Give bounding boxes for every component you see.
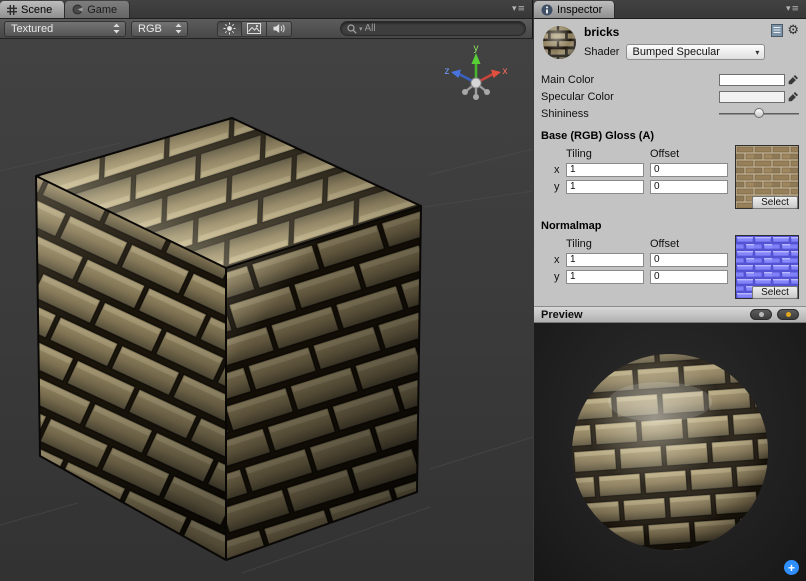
- gray-dot-icon: [759, 312, 764, 317]
- dropdown-arrow-icon: ▾: [755, 48, 759, 57]
- normal-tiling-y-input[interactable]: [566, 270, 644, 284]
- material-header-icons: ⚙: [771, 23, 799, 71]
- shininess-row: Shininess: [541, 105, 799, 122]
- base-x-label: x: [541, 164, 566, 176]
- color-mode-dropdown[interactable]: RGB: [131, 21, 188, 37]
- normalmap-label: Normalmap: [541, 220, 799, 236]
- shader-dropdown[interactable]: Bumped Specular ▾: [626, 44, 765, 60]
- shininess-label: Shininess: [541, 108, 589, 120]
- scene-pane: Scene Game ▾≡ Textured RGB: [0, 0, 533, 581]
- preview-plus-button[interactable]: +: [784, 560, 799, 575]
- tab-scene-label: Scene: [21, 4, 52, 16]
- gizmo-y-label: y: [474, 43, 479, 54]
- scene-grid-icon: [7, 5, 17, 15]
- material-header: bricks Shader Bumped Specular ▾: [541, 23, 799, 71]
- preview-panel: Preview: [534, 306, 806, 581]
- main-color-swatch[interactable]: [719, 74, 785, 86]
- main-color-label: Main Color: [541, 74, 594, 86]
- normal-offset-x-input[interactable]: [650, 253, 728, 267]
- tab-game[interactable]: Game: [65, 1, 130, 18]
- base-tiling-y-input[interactable]: [566, 180, 644, 194]
- shader-value: Bumped Specular: [632, 46, 755, 58]
- normal-x-label: x: [541, 254, 566, 266]
- base-y-label: y: [541, 181, 566, 193]
- material-preview-thumb[interactable]: [541, 24, 578, 61]
- preview-header: Preview: [534, 306, 806, 323]
- shininess-slider[interactable]: [719, 107, 799, 120]
- base-offset-y-input[interactable]: [650, 180, 728, 194]
- main-color-row: Main Color: [541, 71, 799, 88]
- tab-inspector[interactable]: Inspector: [534, 1, 615, 18]
- scene-pane-menu-icon[interactable]: ▾≡: [506, 4, 532, 14]
- preview-sphere: [564, 346, 776, 558]
- scene-toolbar: Textured RGB: [0, 19, 532, 39]
- main-color-picker-icon[interactable]: [788, 74, 799, 85]
- search-input[interactable]: [365, 23, 518, 34]
- gizmo-z-label: z: [445, 66, 450, 77]
- game-icon: [72, 4, 83, 15]
- base-offset-header: Offset: [650, 148, 734, 160]
- image-icon: [247, 23, 261, 34]
- normal-offset-y-input[interactable]: [650, 270, 728, 284]
- normal-y-label: y: [541, 271, 566, 283]
- inspector-tabbar: Inspector ▾≡: [534, 0, 806, 19]
- inspector-pane: Inspector ▾≡: [534, 0, 806, 581]
- speaker-icon: [273, 23, 286, 34]
- preview-area[interactable]: +: [534, 323, 806, 581]
- orientation-gizmo[interactable]: y x z: [441, 43, 511, 113]
- draw-mode-dropdown[interactable]: Textured: [4, 21, 126, 37]
- audio-toggle-button[interactable]: [267, 21, 292, 37]
- specular-color-swatch[interactable]: [719, 91, 785, 103]
- base-map-label: Base (RGB) Gloss (A): [541, 130, 799, 146]
- scene-viewport[interactable]: y x z: [0, 39, 533, 581]
- specular-color-label: Specular Color: [541, 91, 614, 103]
- scene-toggle-group: [217, 21, 292, 37]
- tab-inspector-label: Inspector: [557, 4, 602, 16]
- doc-icon[interactable]: [771, 24, 783, 37]
- base-tiling-header: Tiling: [566, 148, 650, 160]
- scene-canvas[interactable]: [0, 39, 533, 581]
- draw-mode-label: Textured: [11, 23, 107, 35]
- preview-option-button-2[interactable]: [777, 309, 799, 320]
- tab-scene[interactable]: Scene: [0, 1, 65, 18]
- material-info: bricks Shader Bumped Specular ▾: [584, 23, 765, 71]
- shader-label: Shader: [584, 46, 619, 58]
- search-scope-arrow-icon[interactable]: ▾: [359, 25, 363, 33]
- tab-game-label: Game: [87, 4, 117, 16]
- effects-toggle-button[interactable]: [242, 21, 267, 37]
- inspector-body: bricks Shader Bumped Specular ▾: [534, 19, 806, 306]
- base-map-section: Base (RGB) Gloss (A) Tiling Offset x y: [541, 130, 799, 212]
- inspector-pane-menu-icon[interactable]: ▾≡: [780, 4, 806, 14]
- sun-icon: [223, 22, 236, 35]
- shininess-slider-thumb[interactable]: [754, 108, 764, 118]
- unity-editor-window: Scene Game ▾≡ Textured RGB: [0, 0, 806, 581]
- gizmo-x-label: x: [503, 66, 508, 77]
- normal-select-button[interactable]: Select: [752, 286, 798, 299]
- base-select-button[interactable]: Select: [752, 196, 798, 209]
- normalmap-section: Normalmap Tiling Offset x y: [541, 220, 799, 302]
- base-tiling-x-input[interactable]: [566, 163, 644, 177]
- material-name: bricks: [584, 25, 765, 39]
- yellow-dot-icon: [786, 312, 791, 317]
- scene-tabbar: Scene Game ▾≡: [0, 0, 532, 19]
- preview-title: Preview: [541, 309, 583, 321]
- brick-cube[interactable]: [36, 118, 421, 560]
- preview-option-button-1[interactable]: [750, 309, 772, 320]
- color-mode-label: RGB: [138, 23, 169, 35]
- specular-color-row: Specular Color: [541, 88, 799, 105]
- updown-arrows-icon: [113, 23, 120, 34]
- gear-icon[interactable]: ⚙: [787, 24, 799, 37]
- scene-search-field[interactable]: ▾: [340, 21, 526, 36]
- normal-offset-header: Offset: [650, 238, 734, 250]
- normal-tiling-x-input[interactable]: [566, 253, 644, 267]
- base-offset-x-input[interactable]: [650, 163, 728, 177]
- updown-arrows-icon: [175, 23, 182, 34]
- normal-tiling-header: Tiling: [566, 238, 650, 250]
- gizmo-center[interactable]: [471, 78, 481, 88]
- info-icon: [541, 4, 553, 16]
- lighting-toggle-button[interactable]: [217, 21, 242, 37]
- search-icon: [347, 24, 357, 34]
- specular-color-picker-icon[interactable]: [788, 91, 799, 102]
